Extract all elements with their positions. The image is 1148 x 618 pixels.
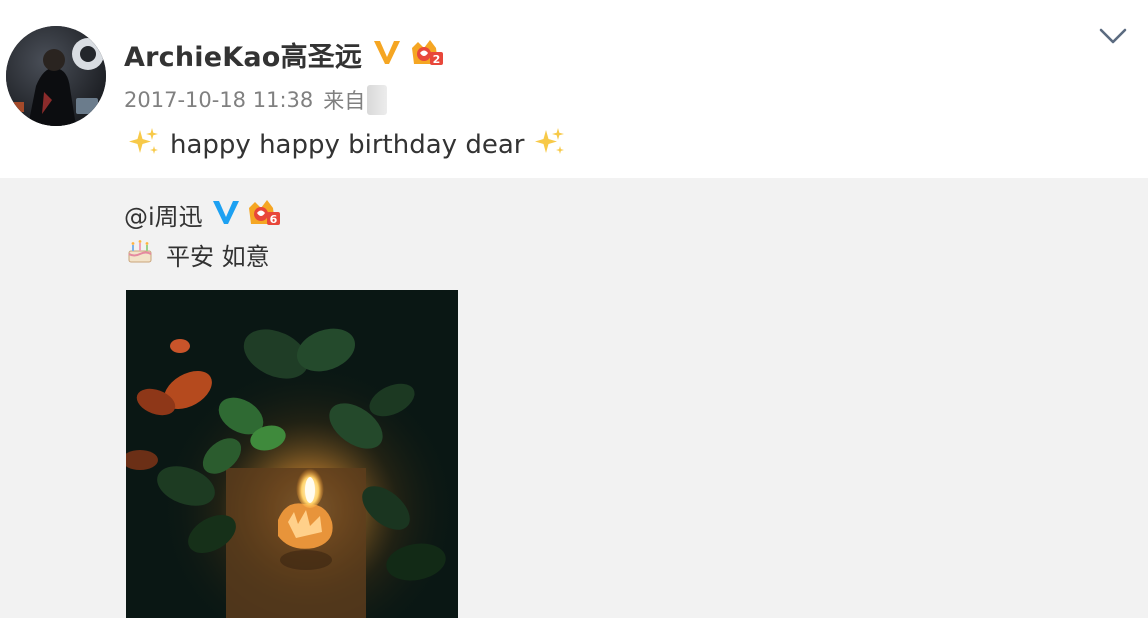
post-text: happy happy birthday dear <box>124 124 566 166</box>
level-number: 6 <box>269 213 277 226</box>
reposted-content[interactable]: @i周迅 6 平安 如意 <box>0 178 1148 618</box>
mention-row: @i周迅 6 <box>124 194 281 234</box>
post-header: ArchieKao高圣远 2 2017-10-18 11:38 来自 happy… <box>0 0 1148 178</box>
sparkles-icon <box>534 126 566 165</box>
weibo-post: ArchieKao高圣远 2 2017-10-18 11:38 来自 happy… <box>0 0 1148 618</box>
post-body: happy happy birthday dear <box>170 130 525 160</box>
sparkles-icon <box>128 126 160 165</box>
username-row: ArchieKao高圣远 2 <box>124 34 444 74</box>
verified-v-icon <box>372 38 402 70</box>
level-number: 2 <box>433 53 441 66</box>
avatar[interactable] <box>6 26 106 126</box>
source-prefix: 来自 <box>323 89 366 113</box>
chevron-down-icon[interactable] <box>1097 24 1129 48</box>
crown-level-icon[interactable]: 6 <box>245 196 281 232</box>
repost-body: 平安 如意 <box>166 242 270 271</box>
avatar-image <box>6 26 106 126</box>
photo-candle-plants[interactable] <box>126 290 458 618</box>
timestamp[interactable]: 2017-10-18 11:38 <box>124 88 313 112</box>
timestamp-row: 2017-10-18 11:38 来自 <box>124 84 388 116</box>
username[interactable]: ArchieKao高圣远 <box>124 35 362 74</box>
verified-v-icon <box>211 198 241 230</box>
mention-link[interactable]: @i周迅 <box>124 197 203 232</box>
birthday-cake-icon <box>126 237 154 271</box>
crown-level-icon[interactable]: 2 <box>408 36 444 72</box>
source-cutoff <box>367 85 388 115</box>
repost-text: 平安 如意 <box>126 234 270 274</box>
